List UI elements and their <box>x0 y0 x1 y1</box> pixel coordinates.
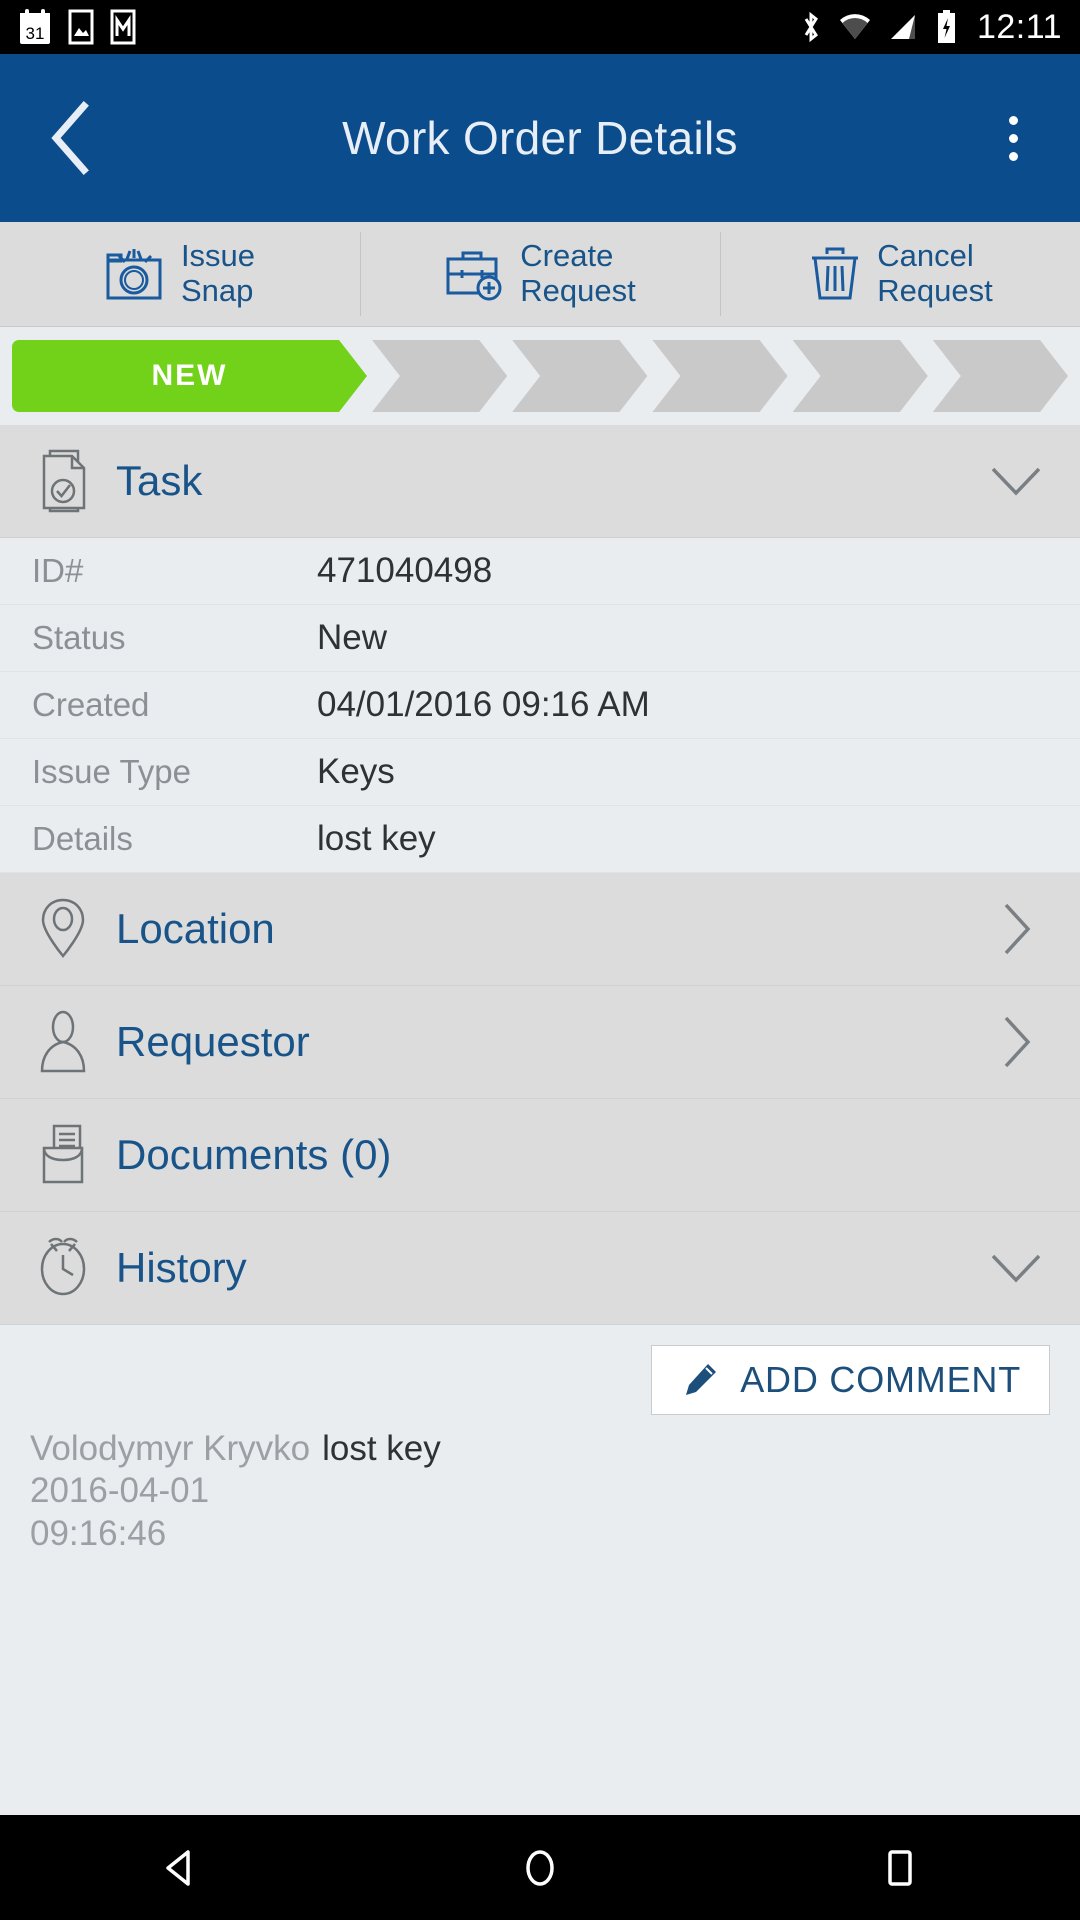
pencil-icon <box>686 1364 717 1395</box>
issue-snap-label: Issue Snap <box>180 238 256 308</box>
task-detail-rows: ID# 471040498 Status New Created 04/01/2… <box>0 538 1080 873</box>
cancel-request-button[interactable]: Cancel Request <box>720 222 1080 326</box>
status-bar-right-icons: 12:11 <box>799 8 1062 47</box>
overflow-menu-icon <box>1008 151 1018 161</box>
section-header-task[interactable]: Task <box>0 425 1080 538</box>
nav-recents-button[interactable] <box>840 1815 960 1920</box>
issue-snap-button[interactable]: Issue Snap <box>0 222 360 326</box>
camera-icon <box>106 249 162 300</box>
back-button[interactable] <box>32 99 110 177</box>
row-label: Issue Type <box>32 753 191 790</box>
nav-back-button[interactable] <box>120 1815 240 1920</box>
chevron-down-icon[interactable] <box>984 461 1048 501</box>
create-request-label: Create Request <box>520 238 636 308</box>
section-header-documents[interactable]: Documents (0) <box>0 1099 1080 1212</box>
section-title-task: Task <box>116 457 203 504</box>
photos-icon <box>68 9 94 45</box>
add-comment-label: ADD COMMENT <box>740 1359 1021 1400</box>
section-title-documents: Documents (0) <box>116 1131 392 1178</box>
document-check-icon <box>32 446 94 516</box>
progress-step[interactable] <box>652 340 787 412</box>
status-progress-bar: NEW <box>0 327 1080 425</box>
create-request-button[interactable]: Create Request <box>360 222 720 326</box>
clock-icon <box>32 1233 94 1303</box>
table-row: Issue Type Keys <box>0 739 1080 806</box>
row-label: Details <box>32 820 133 857</box>
svg-text:31: 31 <box>26 24 45 43</box>
table-row: Status New <box>0 605 1080 672</box>
list-item: Volodymyr Kryvko lost key 2016-04-01 09:1… <box>30 1429 1050 1556</box>
signal-icon <box>890 15 915 39</box>
add-comment-row: ADD COMMENT <box>30 1345 1050 1415</box>
history-comments: ADD COMMENT Volodymyr Kryvko lost key 201… <box>0 1325 1080 1815</box>
section-header-requestor[interactable]: Requestor <box>0 986 1080 1099</box>
chevron-down-icon[interactable] <box>984 1248 1048 1288</box>
cancel-request-label: Cancel Request <box>877 238 993 308</box>
file-tray-icon <box>32 1120 94 1190</box>
status-bar-clock: 12:11 <box>976 7 1062 46</box>
section-header-history[interactable]: History <box>0 1212 1080 1325</box>
section-title-requestor: Requestor <box>116 1018 310 1065</box>
chevron-right-icon[interactable] <box>984 900 1048 958</box>
table-row: Created 04/01/2016 09:16 AM <box>0 672 1080 739</box>
row-value: New <box>317 618 388 657</box>
bluetooth-icon <box>804 11 818 43</box>
row-value: 04/01/2016 09:16 AM <box>317 685 650 724</box>
comment-time: 09:16:46 <box>30 1514 167 1554</box>
table-row: ID# 471040498 <box>0 538 1080 605</box>
progress-step-active[interactable]: NEW <box>12 340 367 412</box>
row-label: ID# <box>32 552 84 589</box>
comment-header: Volodymyr Kryvko lost key <box>30 1429 1050 1469</box>
overflow-menu-icon <box>1008 133 1018 143</box>
details-content: Task ID# 471040498 Status New Created 04… <box>0 425 1080 1815</box>
wifi-icon <box>839 14 870 39</box>
nav-home-button[interactable] <box>480 1815 600 1920</box>
overflow-menu-button[interactable] <box>978 93 1048 183</box>
section-title-location: Location <box>116 905 275 952</box>
section-title-history: History <box>116 1244 247 1291</box>
calendar-icon: 31 <box>20 9 50 44</box>
nav-back-icon <box>166 1849 190 1886</box>
progress-step[interactable] <box>793 340 928 412</box>
status-bar-left-icons: 31 <box>18 8 136 46</box>
progress-step[interactable] <box>512 340 647 412</box>
comment-date: 2016-04-01 <box>30 1471 210 1510</box>
nav-recents-icon <box>888 1849 912 1886</box>
add-comment-button[interactable]: ADD COMMENT <box>651 1345 1050 1415</box>
overflow-menu-icon <box>1008 115 1018 125</box>
progress-steps: NEW <box>12 340 1068 412</box>
row-value: Keys <box>317 752 395 791</box>
chevron-right-icon[interactable] <box>984 1013 1048 1071</box>
row-value: lost key <box>317 819 436 858</box>
action-bar: Issue Snap Create Request Cancel Request <box>0 222 1080 327</box>
briefcase-plus-icon <box>446 251 502 301</box>
nav-home-icon <box>526 1849 554 1886</box>
app-screen: 31 12:11 Work Order Details Issue Snap C… <box>0 0 1080 1920</box>
comment-author: Volodymyr Kryvko <box>30 1429 311 1468</box>
section-header-location[interactable]: Location <box>0 873 1080 986</box>
person-icon <box>32 1007 94 1077</box>
map-pin-icon <box>32 894 94 964</box>
row-label: Created <box>32 686 150 723</box>
back-chevron-icon <box>51 101 89 175</box>
app-bar: Work Order Details <box>0 54 1080 222</box>
battery-charging-icon <box>937 10 955 43</box>
table-row: Details lost key <box>0 806 1080 873</box>
progress-step-label: NEW <box>151 359 228 392</box>
gmail-icon <box>110 9 136 45</box>
progress-step[interactable] <box>933 340 1068 412</box>
page-title: Work Order Details <box>342 112 738 164</box>
comment-text: lost key <box>322 1429 441 1468</box>
android-nav-bar <box>0 1815 1080 1920</box>
row-value: 471040498 <box>317 551 493 590</box>
status-bar: 31 12:11 <box>0 0 1080 54</box>
trash-icon <box>812 247 859 300</box>
row-label: Status <box>32 619 126 656</box>
progress-step[interactable] <box>372 340 507 412</box>
